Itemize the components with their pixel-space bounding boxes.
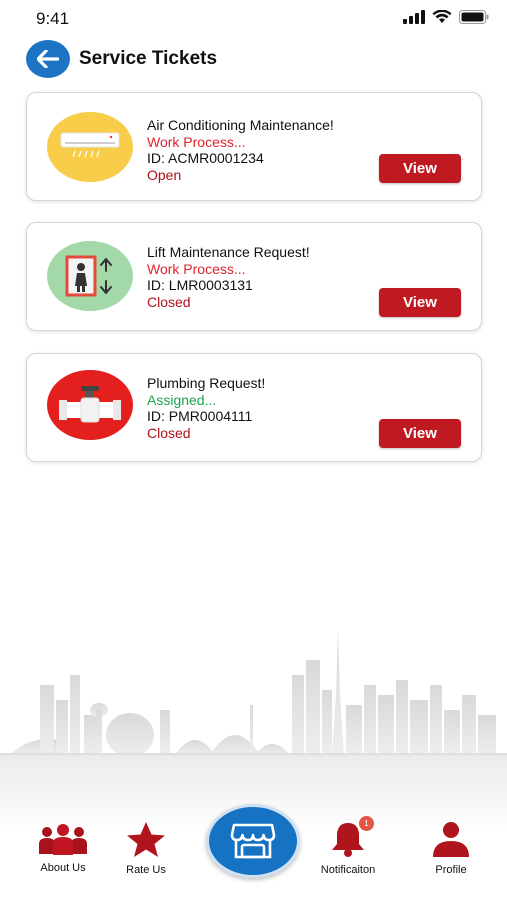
store-button[interactable]	[206, 804, 300, 878]
nav-rate-us[interactable]: Rate Us	[115, 820, 177, 876]
ticket-title: Lift Maintenance Request!	[147, 244, 310, 260]
elevator-icon	[47, 241, 133, 311]
user-icon	[433, 822, 469, 857]
ticket-details: Plumbing Request! Assigned... ID: PMR000…	[147, 375, 265, 441]
ticket-details: Air Conditioning Maintenance! Work Proce…	[147, 117, 334, 183]
status-icons	[403, 10, 489, 24]
back-button[interactable]	[26, 40, 70, 78]
ticket-id: ID: PMR0004111	[147, 408, 253, 424]
status-bar: 9:41	[0, 0, 507, 40]
air-conditioner-icon	[47, 112, 133, 182]
ticket-card: Plumbing Request! Assigned... ID: PMR000…	[26, 353, 482, 462]
header: Service Tickets	[26, 40, 486, 78]
bottom-navigation: About Us Rate Us 1 Notificaiton Profile	[0, 800, 507, 900]
ticket-id: ID: ACMR0001234	[147, 150, 264, 166]
ticket-card: Lift Maintenance Request! Work Process..…	[26, 222, 482, 331]
ticket-card: Air Conditioning Maintenance! Work Proce…	[26, 92, 482, 201]
nav-label: About Us	[40, 862, 86, 874]
city-skyline-background	[0, 630, 507, 830]
ticket-status: Open	[147, 166, 182, 183]
ticket-status: Closed	[147, 293, 191, 310]
status-time: 9:41	[36, 9, 70, 28]
ticket-id: ID: LMR0003131	[147, 277, 253, 293]
pipe-valve-icon	[47, 370, 133, 440]
arrow-left-icon	[37, 50, 59, 68]
page-title: Service Tickets	[79, 48, 218, 69]
ticket-state: Assigned...	[147, 391, 217, 408]
wifi-icon	[432, 10, 452, 23]
nav-label: Profile	[435, 864, 467, 876]
star-icon	[127, 822, 165, 857]
ticket-state: Work Process...	[147, 133, 246, 150]
signal-icon	[403, 10, 425, 24]
nav-notification[interactable]: 1 Notificaiton	[310, 816, 386, 876]
ticket-title: Air Conditioning Maintenance!	[147, 117, 334, 133]
ticket-details: Lift Maintenance Request! Work Process..…	[147, 244, 310, 310]
nav-about-us[interactable]: About Us	[32, 822, 94, 874]
view-button[interactable]: View	[379, 288, 461, 317]
ticket-status: Closed	[147, 424, 191, 441]
battery-icon	[459, 10, 489, 24]
nav-profile[interactable]: Profile	[420, 820, 482, 876]
store-icon	[230, 823, 276, 859]
nav-label: Notificaiton	[320, 864, 376, 876]
view-button[interactable]: View	[379, 419, 461, 448]
nav-label: Rate Us	[126, 864, 166, 876]
group-people-icon	[39, 824, 87, 855]
ticket-title: Plumbing Request!	[147, 375, 266, 391]
notification-badge: 1	[359, 816, 374, 831]
ticket-state: Work Process...	[147, 260, 246, 277]
view-button[interactable]: View	[379, 154, 461, 183]
